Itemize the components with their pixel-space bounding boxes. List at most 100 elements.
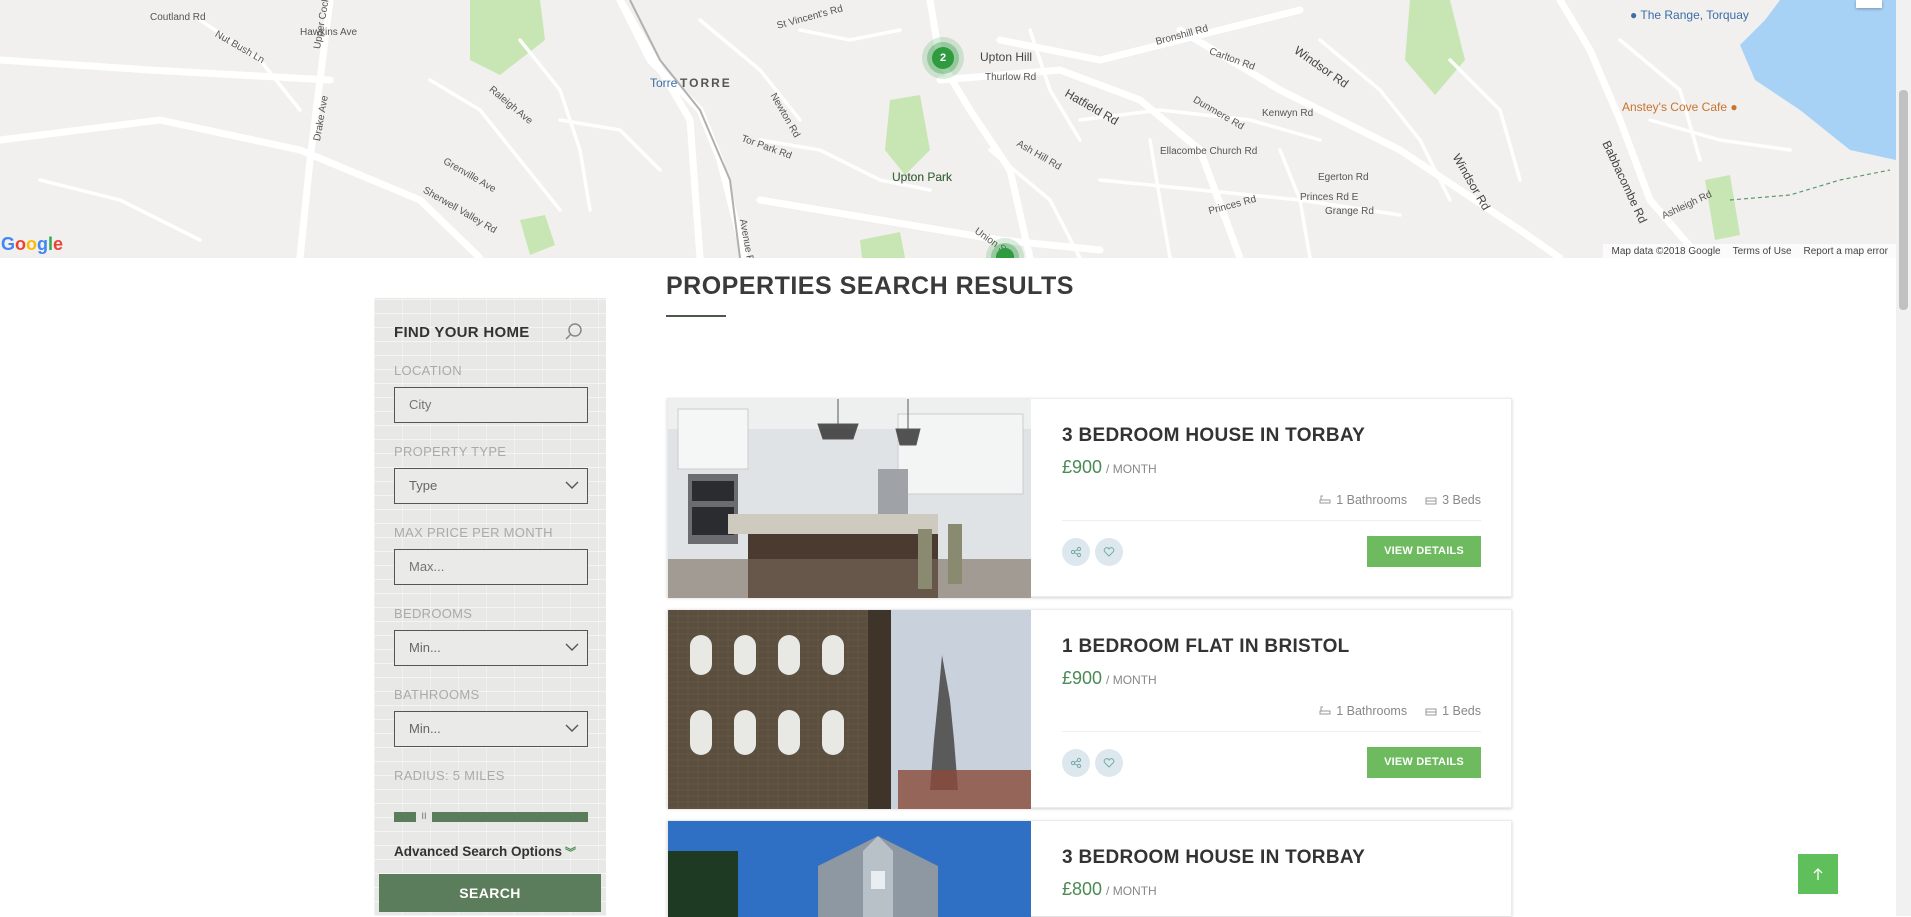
card-divider [1062,520,1481,521]
map-street-label: Thurlow Rd [985,72,1037,83]
map-street-label: Princes Rd E [1300,192,1359,203]
share-button[interactable] [1062,538,1090,566]
map[interactable]: Coutland Rd Hawkins Ave Upper Cockington… [0,0,1896,258]
report-map-error-link[interactable]: Report a map error [1804,246,1888,257]
map-roads [0,0,1896,258]
map-data-attribution: Map data ©2018 Google [1611,245,1721,257]
map-street-label: Grange Rd [1325,206,1374,217]
back-to-top-button[interactable] [1798,854,1838,894]
property-type-label: PROPERTY TYPE [394,444,507,459]
listing-price: £800/ MONTH [1062,879,1157,900]
bathrooms-value: Min... [409,721,441,736]
heart-icon [1103,547,1115,557]
google-logo: Google [1,234,64,254]
listing-beds: 1 Beds [1425,704,1481,718]
listing-price-period: / MONTH [1106,462,1157,476]
map-poi-cafe[interactable]: Anstey's Cove Cafe ● [1622,100,1738,114]
favorite-button[interactable] [1095,749,1123,777]
search-sidebar: FIND YOUR HOME LOCATION PROPERTY TYPE Ty… [374,298,606,916]
bathrooms-count: 1 Bathrooms [1336,493,1408,507]
page-scrollbar[interactable] [1896,0,1911,916]
location-field[interactable] [394,387,588,423]
heart-icon [1103,758,1115,768]
bedrooms-label: BEDROOMS [394,606,473,621]
max-price-label: MAX PRICE PER MONTH [394,525,553,540]
max-price-input[interactable] [409,550,573,584]
listing-image-building[interactable] [668,610,1031,809]
listing-price-period: / MONTH [1106,884,1157,898]
bed-icon [1425,708,1437,716]
map-place-label: TORRE [680,76,732,90]
map-station-label[interactable]: Torre [650,76,677,90]
radius-label: RADIUS: 5 MILES [394,768,505,783]
location-input[interactable] [409,388,573,422]
arrow-up-icon [1813,868,1823,880]
map-park-label: Upton Park [892,170,953,184]
bed-icon [1425,497,1437,505]
advanced-search-label: Advanced Search Options [394,844,563,859]
scrollbar-thumb[interactable] [1899,90,1908,310]
view-details-button[interactable]: VIEW DETAILS [1367,747,1481,778]
bathrooms-select[interactable]: Min... [394,711,588,747]
chevron-down-icon [565,643,579,651]
listing-image-house[interactable] [668,821,1031,917]
search-icon[interactable] [564,322,584,342]
beds-count: 3 Beds [1442,493,1481,507]
listing-title[interactable]: 3 BEDROOM HOUSE IN TORBAY [1062,425,1365,447]
map-street-label: Egerton Rd [1318,172,1369,183]
property-type-value: Type [409,478,438,493]
map-fullscreen-button[interactable] [1856,0,1882,8]
listing-price-value: £900 [1062,457,1103,477]
bedrooms-select[interactable]: Min... [394,630,588,666]
map-street-label: Coutland Rd [150,12,206,23]
map-street-label: Ellacombe Church Rd [1160,146,1258,157]
map-poi-range[interactable]: ● The Range, Torquay [1630,8,1749,22]
share-icon [1070,546,1082,558]
listing-features: 1 Bathrooms 3 Beds [1319,493,1481,507]
listing-card: 3 BEDROOM HOUSE IN TORBAY £800/ MONTH [667,820,1512,917]
listing-price-value: £900 [1062,668,1103,688]
card-divider [1062,731,1481,732]
favorite-button[interactable] [1095,538,1123,566]
bath-icon [1319,495,1331,504]
search-button[interactable]: SEARCH [379,874,601,912]
map-street-label: Kenwyn Rd [1262,108,1314,119]
cafe-pin-icon: ● [1730,100,1738,114]
listing-beds: 3 Beds [1425,493,1481,507]
listing-features: 1 Bathrooms 1 Beds [1319,704,1481,718]
listing-price-period: / MONTH [1106,673,1157,687]
chevron-down-icon [565,724,579,732]
map-pin-icon: ● [1630,8,1638,22]
location-label: LOCATION [394,363,462,378]
listing-price: £900/ MONTH [1062,668,1157,689]
listing-title[interactable]: 1 BEDROOM FLAT IN BRISTOL [1062,636,1350,658]
share-icon [1070,757,1082,769]
bathrooms-count: 1 Bathrooms [1336,704,1408,718]
property-type-select[interactable]: Type [394,468,588,504]
share-button[interactable] [1062,749,1090,777]
sidebar-title: FIND YOUR HOME [394,324,530,341]
listing-card: 3 BEDROOM HOUSE IN TORBAY £900/ MONTH 1 … [667,398,1512,598]
map-street-label: Hawkins Ave [300,27,358,38]
page-title: PROPERTIES SEARCH RESULTS [666,272,1074,300]
advanced-search-toggle[interactable]: Advanced Search Options ︾ [394,844,576,860]
chevron-down-icon [565,481,579,489]
view-details-button[interactable]: VIEW DETAILS [1367,536,1481,567]
title-underline [666,315,726,317]
max-price-field[interactable] [394,549,588,585]
radius-slider-handle[interactable]: II [416,808,432,824]
listing-card: 1 BEDROOM FLAT IN BRISTOL £900/ MONTH 1 … [667,609,1512,809]
double-chevron-down-icon: ︾ [565,847,577,859]
listing-price-value: £800 [1062,879,1103,899]
map-poi-range-label: The Range, Torquay [1640,8,1749,22]
listing-price: £900/ MONTH [1062,457,1157,478]
map-cluster-marker[interactable]: 2 [932,47,954,69]
listing-image-kitchen[interactable] [668,399,1031,598]
map-footer: Map data ©2018 Google Terms of Use Repor… [1603,244,1896,258]
map-street-label: Upton Hill [980,50,1033,64]
map-poi-cafe-label: Anstey's Cove Cafe [1622,100,1728,114]
listing-title[interactable]: 3 BEDROOM HOUSE IN TORBAY [1062,847,1365,869]
bathrooms-label: BATHROOMS [394,687,480,702]
listing-bathrooms: 1 Bathrooms [1319,704,1407,718]
terms-link[interactable]: Terms of Use [1733,246,1792,257]
